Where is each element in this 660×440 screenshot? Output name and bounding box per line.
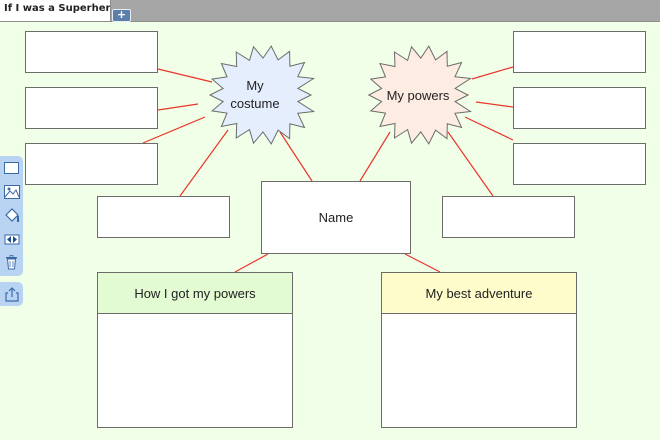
connector-line [359, 131, 391, 182]
add-tab-button[interactable]: + [112, 9, 131, 22]
connector-line [179, 129, 229, 197]
adventure-header: My best adventure [381, 272, 577, 314]
powers-answer-box-4[interactable] [442, 196, 575, 238]
share-icon [4, 287, 19, 302]
connector-line [447, 131, 494, 197]
costume-label-line1: My [246, 78, 264, 93]
costume-label: My costume [214, 74, 296, 116]
connector-line [234, 253, 269, 273]
connector-line [475, 101, 514, 108]
image-icon[interactable] [2, 182, 21, 201]
name-label: Name [318, 210, 354, 225]
share-button[interactable] [0, 282, 23, 306]
powers-answer-box-1[interactable] [513, 31, 646, 73]
name-box[interactable]: Name [261, 181, 411, 254]
adventure-box[interactable] [381, 313, 577, 428]
connector-line [404, 253, 441, 273]
tool-sidebar [0, 156, 23, 276]
powers-answer-box-2[interactable] [513, 87, 646, 129]
costume-answer-box-3[interactable] [25, 143, 158, 185]
tab-document[interactable]: If I was a Superhero ... [0, 0, 111, 21]
arrange-icon[interactable] [2, 230, 21, 249]
connector-line [157, 68, 213, 83]
powers-label: My powers [386, 87, 450, 103]
mindmap-canvas: My costume My powers Name How I got my p… [0, 22, 660, 440]
connector-line [471, 66, 514, 80]
costume-answer-box-1[interactable] [25, 31, 158, 73]
tab-title: If I was a Superhero ... [4, 3, 111, 14]
connector-line [279, 131, 313, 182]
costume-answer-box-4[interactable] [97, 196, 230, 238]
connector-line [157, 103, 199, 111]
fill-icon[interactable] [2, 206, 21, 225]
costume-label-line2: costume [230, 96, 280, 111]
tab-bar: If I was a Superhero ... + [0, 0, 660, 22]
powers-answer-box-3[interactable] [513, 143, 646, 185]
powers-origin-box[interactable] [97, 313, 293, 428]
costume-answer-box-2[interactable] [25, 87, 158, 129]
connector-line [464, 116, 514, 141]
powers-origin-header: How I got my powers [97, 272, 293, 314]
trash-icon[interactable] [2, 253, 21, 272]
rectangle-icon[interactable] [2, 158, 21, 177]
